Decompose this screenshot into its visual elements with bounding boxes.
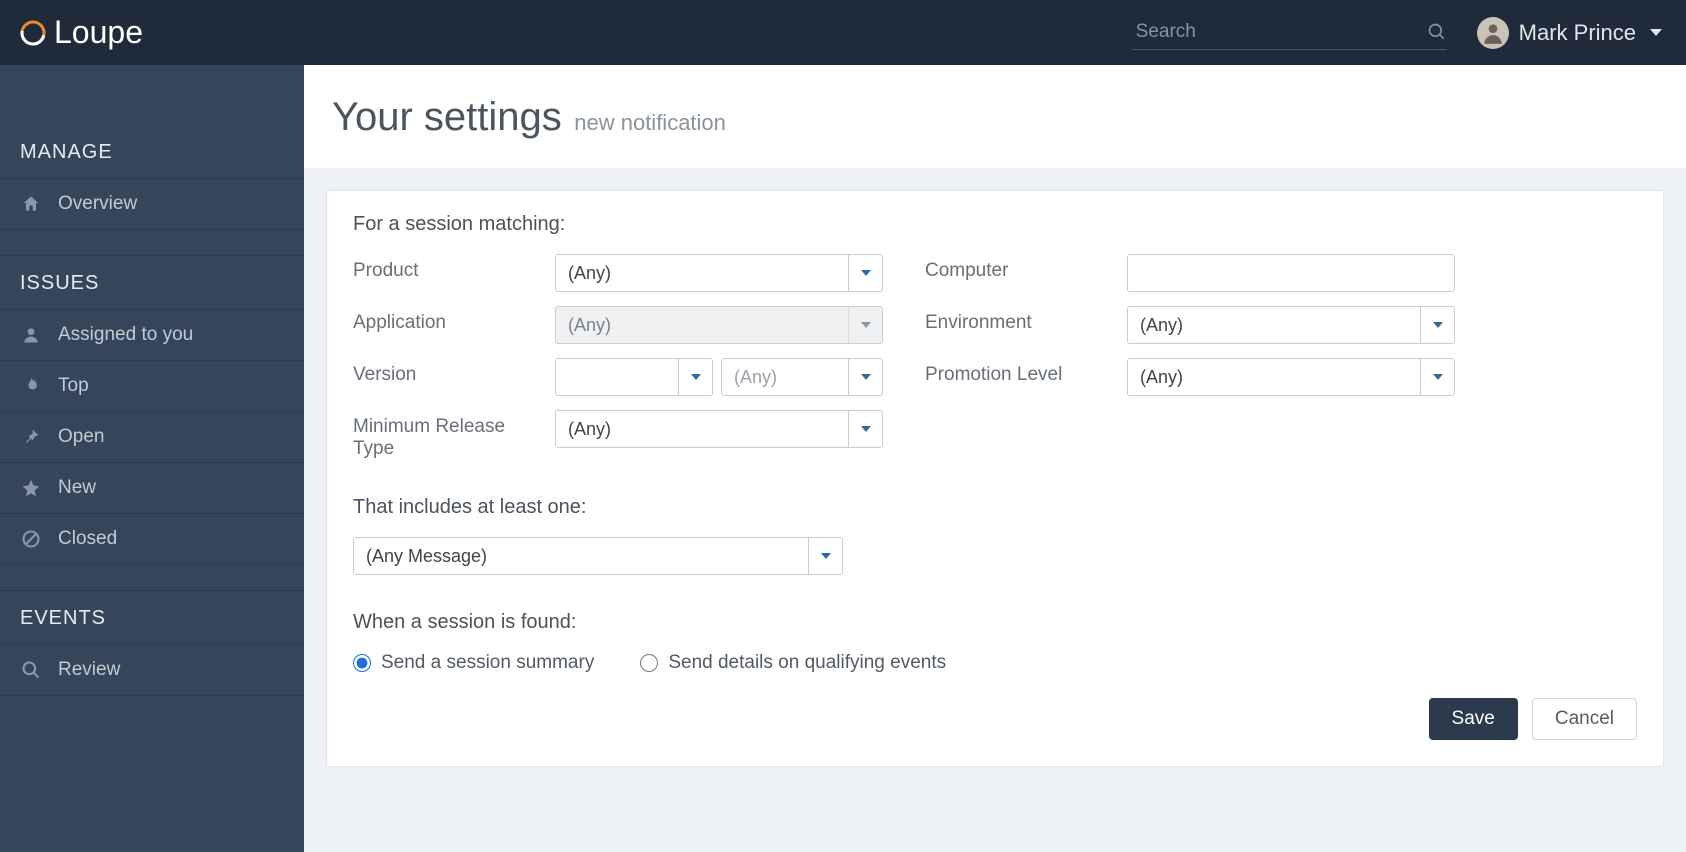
sidebar-item-label: Assigned to you xyxy=(58,324,193,346)
page-subtitle: new notification xyxy=(574,110,726,135)
pin-icon xyxy=(20,427,42,447)
settings-card: For a session matching: Product (Any) Co… xyxy=(326,190,1664,767)
label-application: Application xyxy=(353,306,513,334)
select-version-operator[interactable] xyxy=(555,358,713,396)
save-button[interactable]: Save xyxy=(1429,698,1518,740)
main-content: Your settings new notification For a ses… xyxy=(304,65,1686,852)
cancel-button[interactable]: Cancel xyxy=(1532,698,1637,740)
select-value: (Any Message) xyxy=(354,546,808,567)
chevron-down-icon xyxy=(848,255,882,291)
chevron-down-icon xyxy=(848,359,882,395)
user-menu[interactable]: Mark Prince xyxy=(1477,17,1662,49)
sidebar-item-overview[interactable]: Overview xyxy=(0,179,304,230)
brand-name: Loupe xyxy=(54,14,143,51)
sidebar-item-label: Overview xyxy=(58,193,137,215)
select-application[interactable]: (Any) xyxy=(555,306,883,344)
section-includes: That includes at least one: xyxy=(353,496,1637,519)
loupe-logo-icon xyxy=(18,18,48,48)
select-value: (Any) xyxy=(1128,367,1420,388)
chevron-down-icon xyxy=(1420,359,1454,395)
label-computer: Computer xyxy=(925,254,1085,282)
search-icon xyxy=(20,660,42,680)
label-environment: Environment xyxy=(925,306,1085,334)
avatar xyxy=(1477,17,1509,49)
select-placeholder: (Any) xyxy=(722,367,848,388)
sidebar-item-assigned[interactable]: Assigned to you xyxy=(0,310,304,361)
radio-label: Send a session summary xyxy=(381,652,594,674)
user-name: Mark Prince xyxy=(1519,20,1636,46)
chevron-down-icon xyxy=(808,538,842,574)
search-input[interactable] xyxy=(1132,15,1427,49)
ban-icon xyxy=(20,529,42,549)
chevron-down-icon xyxy=(848,411,882,447)
chevron-down-icon xyxy=(1650,29,1662,36)
page-header: Your settings new notification xyxy=(304,65,1686,168)
radio-send-summary[interactable]: Send a session summary xyxy=(353,652,594,674)
sidebar-item-label: Closed xyxy=(58,528,117,550)
select-includes[interactable]: (Any Message) xyxy=(353,537,843,575)
search-icon xyxy=(1427,22,1447,42)
chevron-down-icon xyxy=(678,359,712,395)
global-search[interactable] xyxy=(1132,15,1447,50)
section-session-matching: For a session matching: xyxy=(353,213,1637,236)
label-version: Version xyxy=(353,358,513,386)
sidebar-item-label: Top xyxy=(58,375,89,397)
select-promotion-level[interactable]: (Any) xyxy=(1127,358,1455,396)
radio-input-details[interactable] xyxy=(640,654,658,672)
sidebar-item-top[interactable]: Top xyxy=(0,361,304,412)
sidebar-section-events: EVENTS xyxy=(0,591,304,645)
sidebar-item-label: Review xyxy=(58,659,120,681)
section-when-found: When a session is found: xyxy=(353,611,1637,634)
radio-input-summary[interactable] xyxy=(353,654,371,672)
flame-icon xyxy=(20,376,42,396)
label-min-release: Minimum Release Type xyxy=(353,410,513,460)
chevron-down-icon xyxy=(848,307,882,343)
sidebar: MANAGE Overview ISSUES Assigned to you T… xyxy=(0,65,304,852)
sidebar-item-open[interactable]: Open xyxy=(0,412,304,463)
home-icon xyxy=(20,194,42,214)
sidebar-item-label: Open xyxy=(58,426,104,448)
select-value: (Any) xyxy=(1128,315,1420,336)
sidebar-section-manage: MANAGE xyxy=(0,125,304,179)
radio-send-details[interactable]: Send details on qualifying events xyxy=(640,652,946,674)
sidebar-section-issues: ISSUES xyxy=(0,256,304,310)
select-environment[interactable]: (Any) xyxy=(1127,306,1455,344)
select-value: (Any) xyxy=(556,315,848,336)
label-promotion-level: Promotion Level xyxy=(925,358,1085,386)
brand-logo[interactable]: Loupe xyxy=(18,14,143,51)
label-product: Product xyxy=(353,254,513,282)
chevron-down-icon xyxy=(1420,307,1454,343)
page-title: Your settings xyxy=(332,95,562,139)
radio-label: Send details on qualifying events xyxy=(668,652,946,674)
select-value: (Any) xyxy=(556,263,848,284)
select-min-release[interactable]: (Any) xyxy=(555,410,883,448)
sidebar-item-label: New xyxy=(58,477,96,499)
user-icon xyxy=(20,325,42,345)
sidebar-item-new[interactable]: New xyxy=(0,463,304,514)
select-version-value[interactable]: (Any) xyxy=(721,358,883,396)
select-value: (Any) xyxy=(556,419,848,440)
select-product[interactable]: (Any) xyxy=(555,254,883,292)
sidebar-item-review[interactable]: Review xyxy=(0,645,304,696)
input-computer[interactable] xyxy=(1127,254,1455,292)
sidebar-item-closed[interactable]: Closed xyxy=(0,514,304,565)
top-bar: Loupe Mark Prince xyxy=(0,0,1686,65)
star-icon xyxy=(20,478,42,498)
